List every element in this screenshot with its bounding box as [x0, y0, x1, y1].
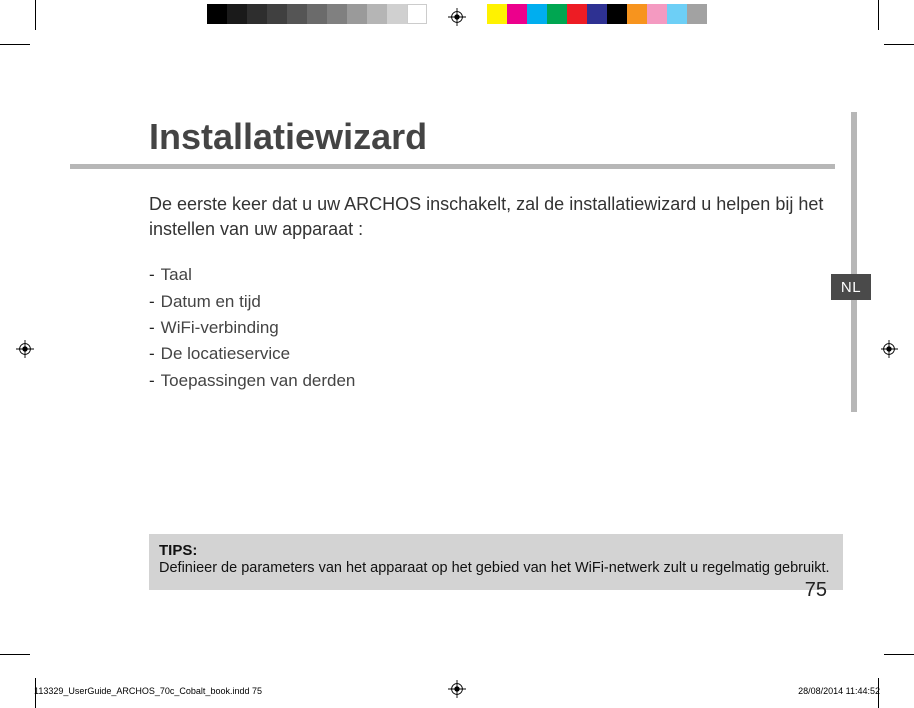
tips-box: TIPS: Definieer de parameters van het ap…: [149, 534, 843, 590]
intro-paragraph: De eerste keer dat u uw ARCHOS inschakel…: [149, 192, 829, 242]
list-item: Toepassingen van derden: [149, 368, 829, 394]
footer-right: 28/08/2014 11:44:52: [798, 686, 880, 696]
page-content: NL Installatiewizard De eerste keer dat …: [35, 44, 881, 650]
list-item: Taal: [149, 262, 829, 288]
tips-text: Definieer de parameters van het apparaat…: [159, 559, 833, 578]
print-footer: 113329_UserGuide_ARCHOS_70c_Cobalt_book.…: [34, 686, 880, 696]
list-item: WiFi-verbinding: [149, 315, 829, 341]
registration-mark-icon: [16, 340, 34, 358]
footer-left: 113329_UserGuide_ARCHOS_70c_Cobalt_book.…: [34, 686, 262, 696]
setup-items-list: Taal Datum en tijd WiFi-verbinding De lo…: [149, 262, 829, 394]
tips-label: TIPS:: [159, 542, 833, 559]
list-item: De locatieservice: [149, 341, 829, 367]
page-title: Installatiewizard: [149, 116, 829, 158]
side-trim-bar: [851, 112, 857, 412]
registration-mark-icon: [448, 8, 466, 26]
list-item: Datum en tijd: [149, 289, 829, 315]
page-number: 75: [805, 579, 827, 602]
title-underline: [70, 164, 835, 169]
registration-mark-icon: [880, 340, 898, 358]
language-tab: NL: [831, 274, 871, 300]
